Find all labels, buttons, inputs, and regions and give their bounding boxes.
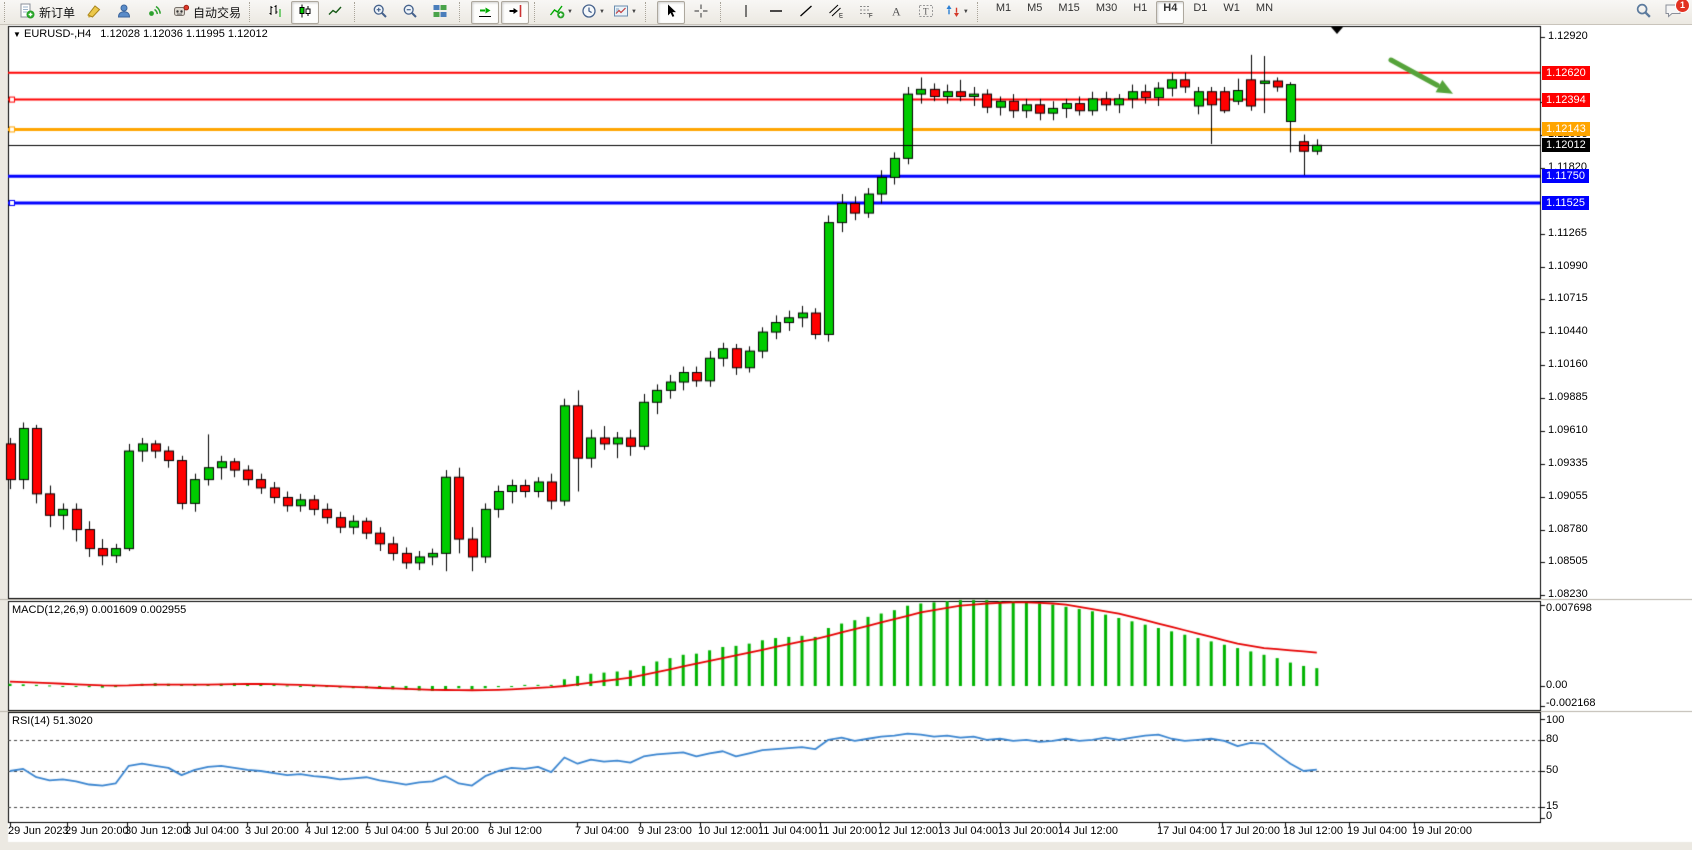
auto-scroll-icon	[477, 3, 493, 22]
fibonacci-icon: F	[858, 3, 874, 22]
chevron-down-icon: ▼	[631, 9, 637, 15]
timeframe-toolbar: M1M5M15M30H1H4D1W1MN	[988, 1, 1281, 24]
search-button[interactable]	[1629, 1, 1657, 24]
line-chart-mode-button[interactable]	[321, 1, 349, 24]
signals-broadcast-icon	[146, 3, 162, 22]
zoom-out-button[interactable]	[396, 1, 424, 24]
new-order-button[interactable]: 新订单	[16, 1, 78, 24]
indicators-button[interactable]: ▼	[546, 1, 576, 24]
cursor-arrow-icon	[663, 3, 679, 22]
autotrading-robot-icon	[173, 3, 189, 22]
candlestick-icon	[297, 3, 313, 22]
templates-button[interactable]: ▼	[610, 1, 640, 24]
crosshair-icon	[693, 3, 709, 22]
svg-text:F: F	[869, 13, 873, 19]
auto-scroll-button[interactable]	[471, 1, 499, 24]
community-button[interactable]	[110, 1, 138, 24]
crosshair-button[interactable]	[687, 1, 715, 24]
horizontal-line-tool-button[interactable]	[762, 1, 790, 24]
timeframe-button-m1[interactable]: M1	[989, 1, 1018, 24]
indicators-icon	[549, 3, 565, 22]
timeframe-button-m15[interactable]: M15	[1051, 1, 1086, 24]
equidistant-channel-tool-button[interactable]: E	[822, 1, 850, 24]
chevron-down-icon: ▼	[567, 9, 573, 15]
svg-text:T: T	[923, 6, 929, 16]
svg-text:A: A	[892, 4, 901, 18]
timeframe-button-d1[interactable]: D1	[1186, 1, 1214, 24]
chart-plot-canvas[interactable]	[0, 24, 1692, 850]
text-label-icon: T	[918, 3, 934, 22]
arrows-icon	[945, 3, 961, 22]
new-order-icon	[19, 3, 35, 22]
toolbar-separator	[459, 2, 467, 22]
zoom-in-button[interactable]	[366, 1, 394, 24]
community-person-icon	[116, 3, 132, 22]
chevron-down-icon: ▼	[599, 9, 605, 15]
toolbar-separator	[977, 2, 985, 22]
bar-chart-mode-button[interactable]	[261, 1, 289, 24]
toolbar-separator	[354, 2, 362, 22]
text-label-tool-button[interactable]: T	[912, 1, 940, 24]
toolbar-grip	[4, 2, 12, 22]
candlestick-mode-button[interactable]	[291, 1, 319, 24]
metaeditor-icon	[86, 3, 102, 22]
trendline-tool-button[interactable]	[792, 1, 820, 24]
trendline-icon	[798, 3, 814, 22]
metaeditor-button[interactable]	[80, 1, 108, 24]
text-icon: A	[888, 3, 904, 22]
timeframe-button-m5[interactable]: M5	[1020, 1, 1049, 24]
vertical-line-icon	[738, 3, 754, 22]
cursor-button[interactable]	[657, 1, 685, 24]
timeframe-button-w1[interactable]: W1	[1216, 1, 1247, 24]
chart-shift-button[interactable]	[501, 1, 529, 24]
vertical-line-tool-button[interactable]	[732, 1, 760, 24]
toolbar: 新订单 自动交易	[0, 0, 1692, 25]
timeframe-button-m30[interactable]: M30	[1089, 1, 1124, 24]
tile-windows-icon	[432, 3, 448, 22]
bar-chart-icon	[267, 3, 283, 22]
notifications-button[interactable]: 1	[1659, 1, 1687, 24]
toolbar-separator	[720, 2, 728, 22]
line-chart-icon	[327, 3, 343, 22]
fibonacci-tool-button[interactable]: F	[852, 1, 880, 24]
timeframe-button-mn[interactable]: MN	[1249, 1, 1280, 24]
new-order-label: 新订单	[39, 4, 75, 21]
application-window: 新订单 自动交易	[0, 0, 1692, 850]
toolbar-separator	[534, 2, 542, 22]
periods-button[interactable]: ▼	[578, 1, 608, 24]
channel-icon: E	[828, 3, 844, 22]
tile-windows-button[interactable]	[426, 1, 454, 24]
autotrading-label: 自动交易	[193, 4, 241, 21]
timeframe-button-h4[interactable]: H4	[1156, 1, 1184, 24]
search-icon	[1635, 2, 1652, 22]
template-icon	[613, 3, 629, 22]
svg-text:E: E	[839, 13, 843, 19]
arrows-tool-button[interactable]: ▼	[942, 1, 972, 24]
signals-button[interactable]	[140, 1, 168, 24]
horizontal-line-icon	[768, 3, 784, 22]
chart-shift-icon	[507, 3, 523, 22]
zoom-out-icon	[402, 3, 418, 22]
chart-window: ▼ EURUSD-,H4 1.12028 1.12036 1.11995 1.1…	[0, 24, 1692, 850]
autotrading-button[interactable]: 自动交易	[170, 1, 244, 24]
clock-icon	[581, 3, 597, 22]
timeframe-button-h1[interactable]: H1	[1126, 1, 1154, 24]
text-tool-button[interactable]: A	[882, 1, 910, 24]
notification-badge: 1	[1675, 0, 1690, 13]
zoom-in-icon	[372, 3, 388, 22]
chevron-down-icon: ▼	[963, 9, 969, 15]
toolbar-separator	[249, 2, 257, 22]
toolbar-separator	[645, 2, 653, 22]
